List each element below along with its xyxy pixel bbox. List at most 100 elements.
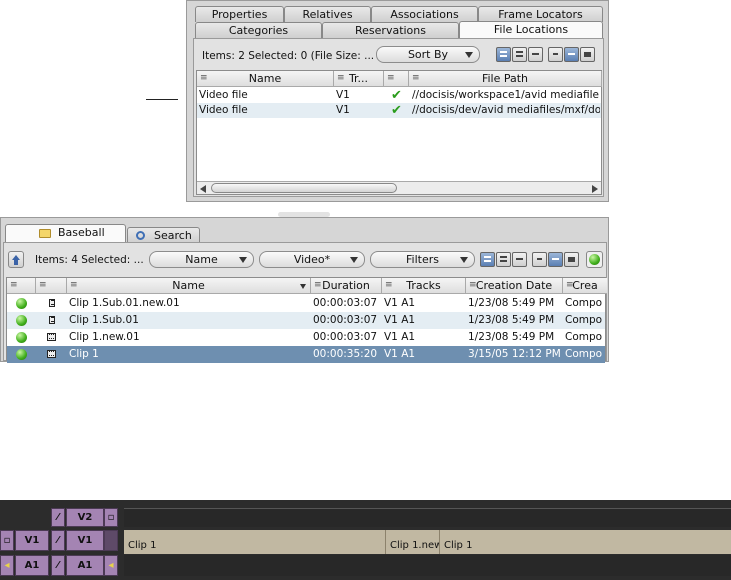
- lock-icon[interactable]: ⁄: [51, 530, 65, 551]
- column-header-creator[interactable]: ≡ Crea: [563, 278, 607, 294]
- filters-dropdown[interactable]: Filters: [370, 251, 475, 268]
- column-header-file-path[interactable]: ≡ File Path: [409, 71, 602, 87]
- name-dropdown[interactable]: Name: [149, 251, 254, 268]
- status-dot-icon: [16, 332, 27, 343]
- video-dropdown-label: Video*: [293, 253, 331, 266]
- row-track: V1: [336, 89, 350, 101]
- column-header-creation-date[interactable]: ≡ Creation Date: [466, 278, 563, 294]
- row-file-path: //docisis/workspace1/avid mediafile...: [412, 89, 600, 101]
- row-tracks: V1 A1: [384, 331, 416, 343]
- chevron-down-icon: [239, 257, 247, 263]
- column-header-status[interactable]: ≡: [384, 71, 409, 87]
- row-name: Video file: [199, 89, 248, 101]
- speaker-icon[interactable]: ◂: [104, 555, 118, 576]
- track-v2-button[interactable]: V2: [66, 508, 104, 527]
- script-view-icon[interactable]: [528, 47, 543, 62]
- tab-reservations[interactable]: Reservations: [322, 22, 459, 38]
- clip-icon: [47, 350, 56, 358]
- tab-categories[interactable]: Categories: [195, 22, 322, 38]
- callout-line: [146, 99, 178, 100]
- source-track-a1-button[interactable]: A1: [15, 555, 49, 576]
- frame-view-icon[interactable]: [496, 252, 511, 267]
- tab-file-locations[interactable]: File Locations: [459, 21, 603, 39]
- tab-content: Items: 2 Selected: 0 (File Size: ... Sor…: [193, 38, 604, 197]
- tab-frame-locators[interactable]: Frame Locators: [478, 6, 603, 22]
- row-creator: Compo: [565, 297, 603, 309]
- monitor-v1-source-icon[interactable]: ▫: [0, 530, 14, 551]
- search-icon: [136, 231, 145, 240]
- speaker-icon[interactable]: ◂: [0, 555, 14, 576]
- row-date: 3/15/05 12:12 PM: [468, 348, 561, 360]
- row-name: Clip 1.Sub.01.new.01: [69, 297, 180, 309]
- row-name: Clip 1.Sub.01: [69, 314, 139, 326]
- clip-info-panel: Properties Relatives Associations Frame …: [186, 0, 609, 202]
- clip-segment[interactable]: Clip 1.new: [386, 530, 440, 554]
- text-view-icon[interactable]: [480, 252, 495, 267]
- small-size-icon[interactable]: [548, 47, 563, 62]
- row-date: 1/23/08 5:49 PM: [468, 297, 555, 309]
- column-header-name[interactable]: ≡ Name: [67, 278, 311, 294]
- clip-segment[interactable]: Clip 1: [440, 530, 731, 554]
- sort-by-dropdown[interactable]: Sort By: [376, 46, 480, 63]
- record-track-v1-button[interactable]: V1: [66, 530, 104, 551]
- status-indicator-icon[interactable]: [586, 251, 603, 268]
- check-icon: ✔: [391, 88, 402, 103]
- small-size-icon[interactable]: [532, 252, 547, 267]
- scrollbar-thumb[interactable]: [211, 183, 397, 193]
- column-header-status[interactable]: ≡: [7, 278, 36, 294]
- horizontal-scrollbar[interactable]: [197, 181, 601, 194]
- video-dropdown[interactable]: Video*: [259, 251, 365, 268]
- row-date: 1/23/08 5:49 PM: [468, 314, 555, 326]
- record-track-a1-button[interactable]: A1: [66, 555, 104, 576]
- chevron-down-icon: [465, 52, 473, 58]
- bin-table: ≡ ≡ ≡ Name ≡ Duration ≡ Tracks ≡ Creation Da…: [6, 277, 607, 363]
- timeline: ⁄ V2 ▫ ▫ V1 ⁄ V1 Clip 1 Clip 1.new Clip …: [0, 500, 731, 580]
- script-view-icon[interactable]: [512, 252, 527, 267]
- track-v2: [124, 508, 731, 527]
- up-arrow-icon[interactable]: [8, 251, 24, 268]
- bin-content: Items: 4 Selected: ... Name Video* Filte…: [3, 242, 607, 363]
- file-locations-table: ≡ Name ≡ Tr... ≡ ≡ File Path Video file V1 …: [196, 70, 602, 195]
- source-track-v1-button[interactable]: V1: [15, 530, 49, 551]
- chevron-down-icon: [460, 257, 468, 263]
- text-view-icon[interactable]: [496, 47, 511, 62]
- row-name: Clip 1: [69, 348, 99, 360]
- scroll-right-icon[interactable]: [592, 185, 598, 193]
- chevron-down-icon: [350, 257, 358, 263]
- column-header-duration[interactable]: ≡ Duration: [311, 278, 382, 294]
- column-header-name[interactable]: ≡ Name: [197, 71, 334, 87]
- row-track: V1: [336, 104, 350, 116]
- monitor-v2-icon[interactable]: ▫: [104, 508, 118, 527]
- tab-search[interactable]: Search: [127, 227, 200, 243]
- folder-icon: [39, 229, 51, 238]
- sort-by-label: Sort By: [407, 48, 449, 61]
- search-tab-label: Search: [154, 229, 192, 242]
- clip-icon: [49, 299, 55, 307]
- row-creator: Compo: [565, 314, 603, 326]
- lock-icon[interactable]: ⁄: [51, 508, 65, 527]
- tab-associations[interactable]: Associations: [371, 6, 478, 22]
- row-creator: Compo: [565, 348, 603, 360]
- name-dropdown-label: Name: [185, 253, 218, 266]
- column-header-icon[interactable]: ≡: [36, 278, 67, 294]
- clip-segment[interactable]: Clip 1: [124, 530, 386, 554]
- frame-view-icon[interactable]: [512, 47, 527, 62]
- lock-icon[interactable]: ⁄: [51, 555, 65, 576]
- tab-relatives[interactable]: Relatives: [284, 6, 371, 22]
- row-name: Clip 1.new.01: [69, 331, 140, 343]
- tab-baseball-label: Baseball: [58, 226, 105, 239]
- items-count: Items: 4 Selected: ...: [35, 254, 144, 266]
- large-size-icon[interactable]: [564, 252, 579, 267]
- status-dot-icon: [16, 349, 27, 360]
- scroll-left-icon[interactable]: [200, 185, 206, 193]
- column-header-tracks[interactable]: ≡ Tracks: [382, 278, 466, 294]
- medium-size-icon[interactable]: [564, 47, 579, 62]
- medium-size-icon[interactable]: [548, 252, 563, 267]
- tab-properties[interactable]: Properties: [195, 6, 284, 22]
- filters-dropdown-label: Filters: [406, 253, 439, 266]
- row-name: Video file: [199, 104, 248, 116]
- tab-baseball[interactable]: Baseball: [5, 224, 126, 242]
- large-size-icon[interactable]: [580, 47, 595, 62]
- row-date: 1/23/08 5:49 PM: [468, 331, 555, 343]
- column-header-track[interactable]: ≡ Tr...: [334, 71, 384, 87]
